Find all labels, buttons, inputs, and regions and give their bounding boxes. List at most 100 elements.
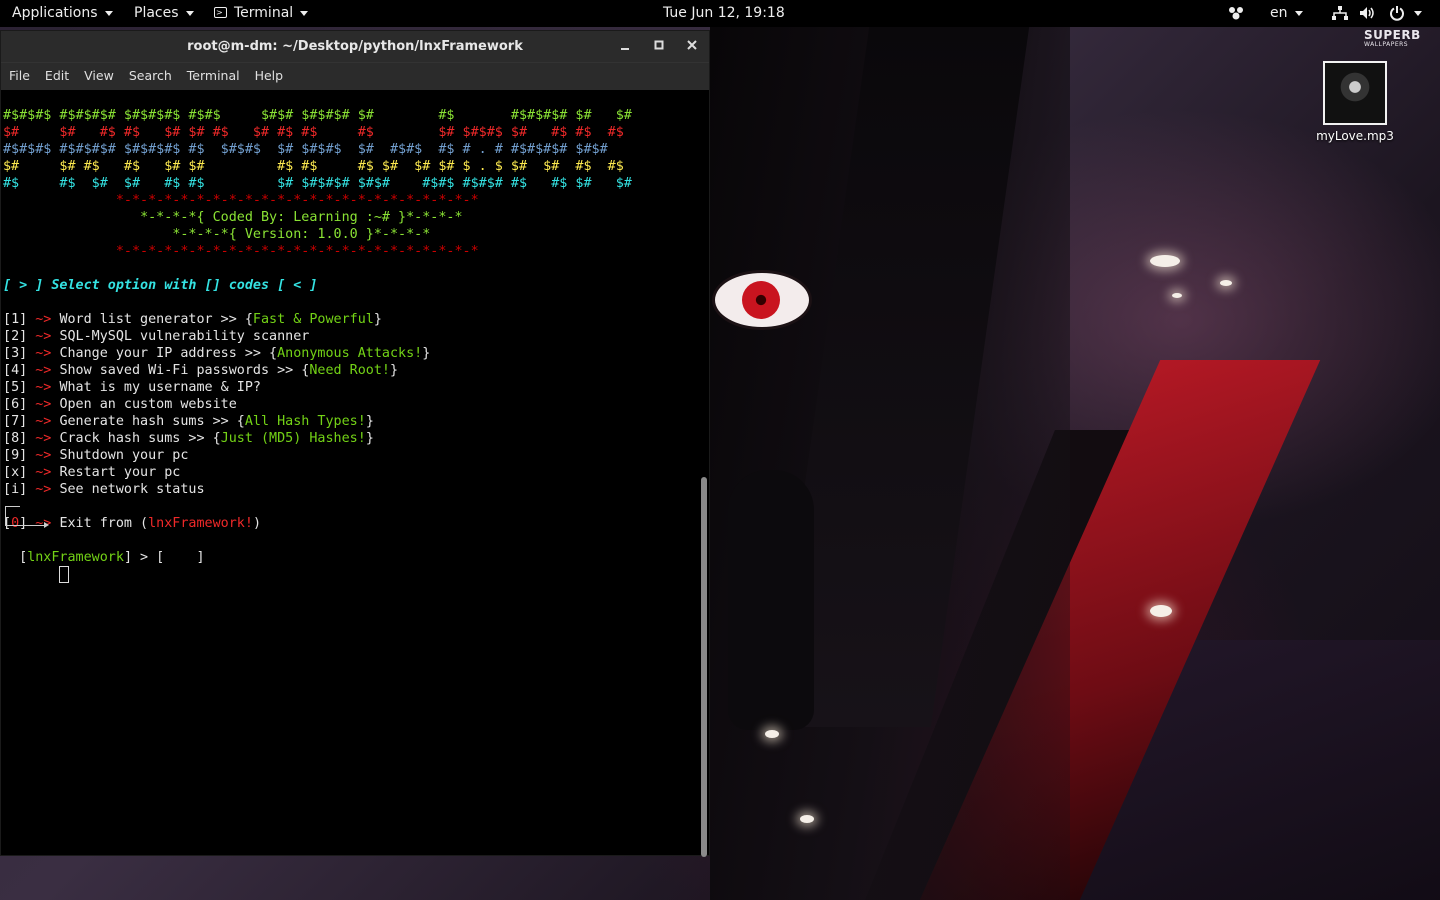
option-note: All Hash Types! [244,414,366,429]
terminal-app-menu[interactable]: > Terminal [214,0,309,27]
arrow-glyph: ~> [35,482,52,497]
option-close: } [389,363,399,378]
option-text: What is my username & IP? [59,380,261,395]
minimize-button[interactable] [616,38,634,56]
coded-by-line: *-*-*-*{ Coded By: Learning :~# }*-*-*-* [3,209,698,226]
option-text: Crack hash sums >> { [59,431,221,446]
option-text: Show saved Wi-Fi passwords >> { [59,363,310,378]
banner-border: *-*-*-*-*-*-*-*-*-*-*-*-*-*-*-*-*-*-*-*-… [3,243,698,260]
wallpaper-iris [742,281,780,319]
chevron-down-icon [104,10,113,16]
prompt-app-name: lnxFramework [27,550,124,565]
option-key: 4 [11,363,20,378]
terminal-window: root@m-dm: ~/Desktop/python/lnxFramework… [0,30,710,857]
coded-by-text: *-*-*-*{ Coded By: Learning :~# }*-*-*-* [140,210,463,225]
exit-option: [0] ~> Exit from (lnxFramework!) [3,516,261,531]
option-close: } [365,431,374,446]
banner-line: #$ #$ $# $# #$ #$ $# $#$#$# $#$# #$#$ #$… [3,176,632,191]
power-menu[interactable] [1389,0,1422,27]
option-close: } [373,312,382,327]
wallpaper-petal [1220,280,1232,286]
arrow-glyph: ~> [35,329,52,344]
arrow-glyph: ~> [35,414,52,429]
chevron-down-icon [185,10,194,16]
select-option-prompt: [ > ] Select option with [] codes [ < ] [3,278,318,293]
text-cursor[interactable] [59,566,70,583]
close-button[interactable] [683,38,701,56]
menu-option-7: [7] ~> Generate hash sums >> {All Hash T… [3,414,374,429]
audio-file-thumbnail [1323,61,1387,125]
option-text: Restart your pc [59,465,181,480]
menu-terminal[interactable]: Terminal [179,63,247,89]
prompt-corner-glyph [5,506,20,526]
scrollbar[interactable] [701,477,707,857]
menu-option-3: [3] ~> Change your IP address >> {Anonym… [3,346,431,361]
arrow-glyph: ~> [35,397,52,412]
banner-line: #$#$#$ #$#$#$# $#$#$#$ #$ $#$#$ $# $#$#$… [3,142,608,157]
wallpaper-petal [1172,293,1182,298]
option-key: 8 [11,431,20,446]
desktop-file-label: myLove.mp3 [1316,129,1394,143]
banner-border: *-*-*-*-*-*-*-*-*-*-*-*-*-*-*-*-*-*-*-*-… [3,192,698,209]
option-key: 7 [11,414,20,429]
chevron-down-icon [1414,10,1422,16]
places-label: Places [134,5,179,21]
wallpaper-brand-logo: SUPERB WALLPAPERS [1364,28,1421,48]
option-note: Need Root! [309,363,390,378]
desktop-file-mylove-mp3[interactable]: myLove.mp3 [1316,61,1394,143]
terminal-icon: > [214,6,227,18]
option-key: 6 [11,397,20,412]
menu-file[interactable]: File [1,63,37,89]
menu-help[interactable]: Help [247,63,291,89]
menu-option-6: [6] ~> Open an custom website [3,397,237,412]
option-text: Word list generator >> { [59,312,253,327]
accessibility-icon[interactable] [1228,0,1246,27]
menu-option-4: [4] ~> Show saved Wi-Fi passwords >> {Ne… [3,363,399,378]
terminal-output[interactable]: #$#$#$ #$#$#$# $#$#$#$ #$#$ $#$# $#$#$# … [1,90,698,855]
menu-bar: File Edit View Search Terminal Help [1,62,709,90]
option-close: } [365,414,374,429]
option-note: Anonymous Attacks! [277,346,423,361]
window-titlebar[interactable]: root@m-dm: ~/Desktop/python/lnxFramework [1,31,709,62]
border-text: *-*-*-*-*-*-*-*-*-*-*-*-*-*-*-*-*-*-*-*-… [115,244,479,259]
exit-app-name: lnxFramework! [148,516,253,531]
menu-option-2: [2] ~> SQL-MySQL vulnerability scanner [3,329,310,344]
clock[interactable]: Tue Jun 12, 19:18 [663,0,785,27]
arrow-glyph: ~> [35,346,52,361]
arrow-glyph: ~> [35,431,52,446]
banner-line: $# $# #$ #$ $# $# #$ $# #$ #$ #$ $# $#$#… [3,125,624,140]
menu-view[interactable]: View [76,63,121,89]
clock-label: Tue Jun 12, 19:18 [663,5,785,21]
window-title: root@m-dm: ~/Desktop/python/lnxFramework [187,39,523,54]
option-text: Change your IP address >> { [59,346,278,361]
input-prompt: [lnxFramework] > [ ] [3,550,205,565]
banner-line: #$#$#$ #$#$#$# $#$#$#$ #$#$ $#$# $#$#$# … [3,108,632,123]
volume-icon[interactable] [1359,0,1376,27]
arrow-glyph: ~> [35,363,52,378]
wallpaper-petal [1150,255,1180,267]
places-menu[interactable]: Places [134,0,194,27]
network-icon[interactable] [1332,0,1348,27]
option-key: 2 [11,329,20,344]
minimize-icon [621,48,629,50]
prompt-rest: ] > [ ] [123,550,205,565]
wallpaper-petal [800,815,814,823]
option-note: Just (MD5) Hashes! [220,431,366,446]
arrow-glyph: ~> [35,312,52,327]
option-text: Shutdown your pc [59,448,189,463]
language-label: en [1270,5,1288,21]
language-selector[interactable]: en [1270,0,1303,27]
applications-menu[interactable]: Applications [12,0,113,27]
maximize-button[interactable] [650,38,668,56]
option-text: Generate hash sums >> { [59,414,245,429]
arrow-glyph: ~> [35,448,52,463]
power-icon [1390,6,1404,21]
wallpaper-glove [728,470,814,730]
menu-search[interactable]: Search [121,63,179,89]
menu-edit[interactable]: Edit [37,63,76,89]
option-key: 5 [11,380,20,395]
arrow-glyph: ~> [35,380,52,395]
version-text: *-*-*-*{ Version: 1.0.0 }*-*-*-* [172,227,431,242]
menu-option-i: [i] ~> See network status [3,482,205,497]
